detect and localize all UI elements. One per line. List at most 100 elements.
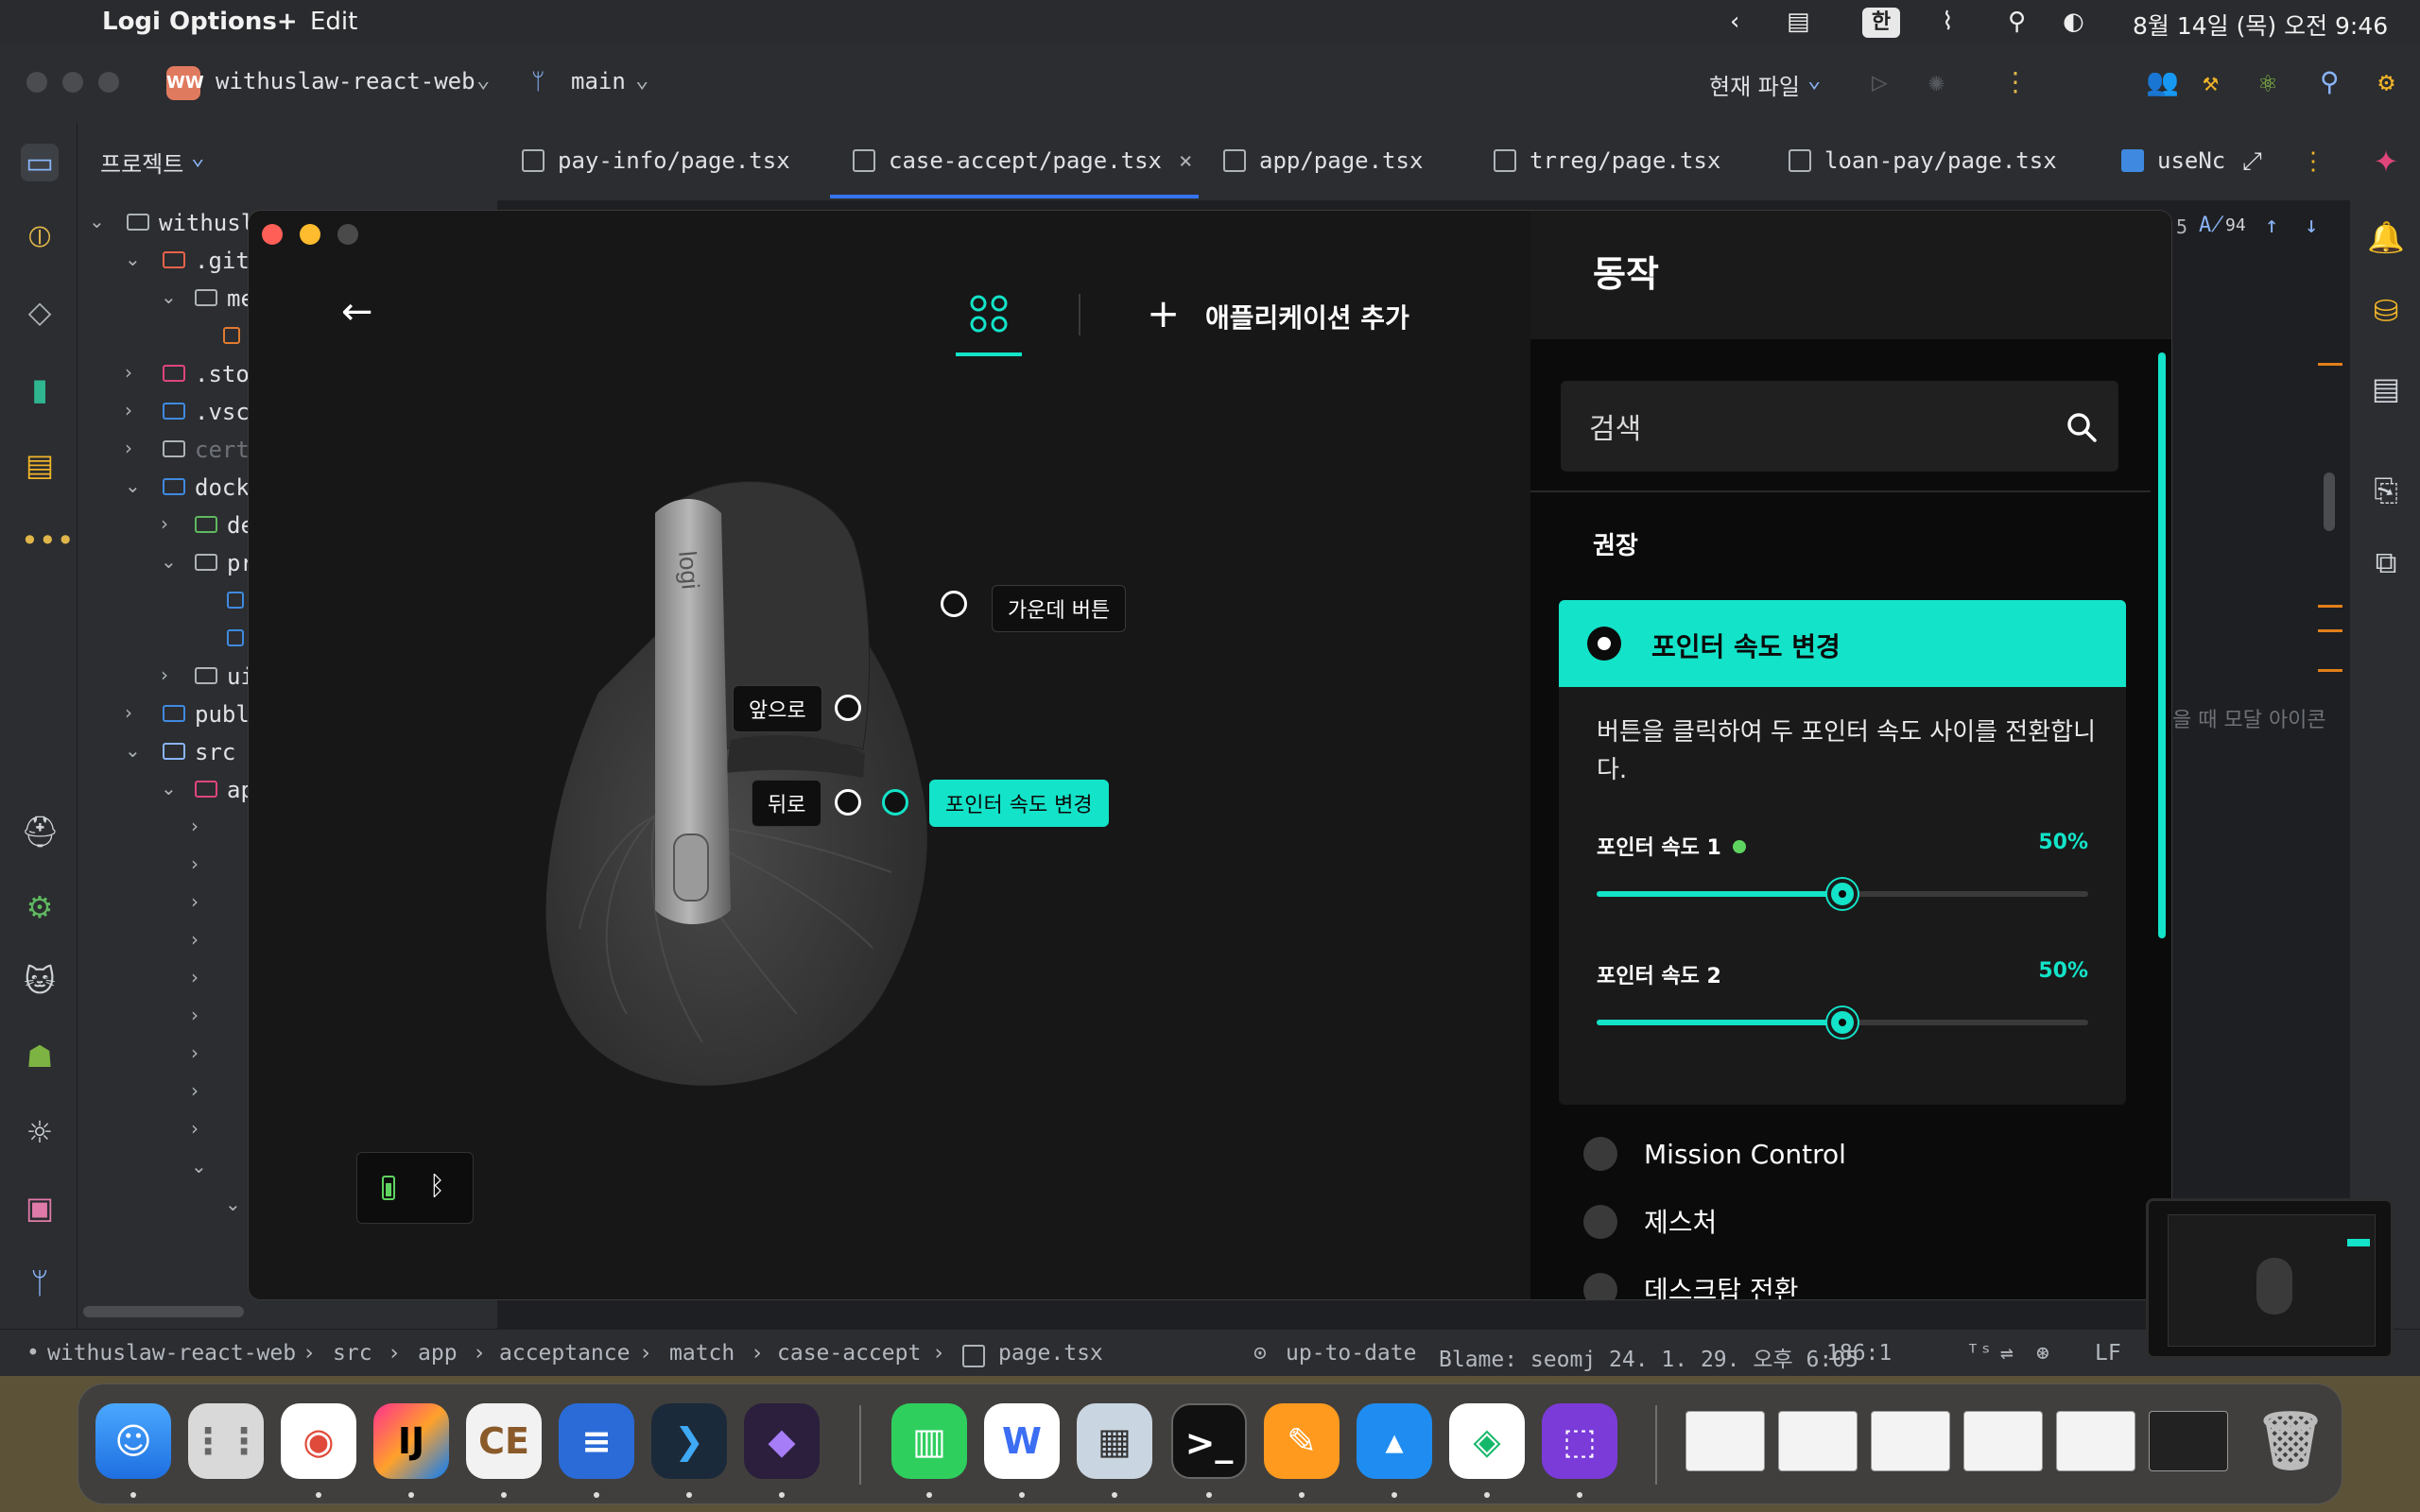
chevron-down-icon[interactable]: ⌄ [191, 1155, 207, 1177]
vertical-scrollbar[interactable] [2324, 472, 2335, 531]
minimized-window[interactable] [1685, 1411, 1765, 1471]
run-icon[interactable]: ▷ [1872, 66, 1888, 97]
line-ending[interactable]: LF [2095, 1341, 2121, 1366]
tree-item[interactable]: cert [195, 437, 250, 463]
finder-icon[interactable]: ☺ [95, 1403, 171, 1479]
chevron-right-icon[interactable]: › [191, 1041, 199, 1064]
screenshot-thumbnail[interactable] [2146, 1198, 2394, 1359]
menu-edit[interactable]: Edit [310, 8, 357, 36]
chevron-right-icon[interactable]: › [191, 1004, 199, 1026]
chevron-right-icon[interactable]: › [125, 437, 132, 459]
chevron-right-icon[interactable]: › [191, 966, 199, 988]
vscode-like-icon[interactable]: ❯ [651, 1403, 727, 1479]
chevron-right-icon[interactable]: › [191, 1117, 199, 1140]
pages-icon[interactable]: ✎ [1264, 1403, 1340, 1479]
action-desktop-switch[interactable]: 데스크탑 전환 [1583, 1265, 1798, 1299]
gear-plugin-icon[interactable]: ⚙ [21, 888, 59, 926]
chevron-left-icon[interactable]: ‹ [1730, 8, 1739, 36]
chevron-right-icon[interactable]: › [161, 663, 168, 686]
trash-icon[interactable]: 🗑 [2253, 1403, 2328, 1479]
label-back[interactable]: 뒤로 [752, 780, 822, 827]
tree-item[interactable]: src [195, 739, 235, 765]
chevron-down-icon[interactable]: ⌄ [191, 144, 204, 170]
radio-unselected[interactable] [1583, 1205, 1617, 1239]
database-icon[interactable]: ⛁ [2367, 293, 2405, 329]
zoom-window-button[interactable] [337, 224, 358, 245]
minimized-window[interactable] [1871, 1411, 1950, 1471]
horizontal-scrollbar[interactable] [83, 1306, 244, 1317]
android-icon[interactable]: ☗ [21, 1038, 59, 1075]
project-name[interactable]: withuslaw-react-web [216, 68, 475, 94]
hotspot-pointer-speed[interactable] [882, 789, 908, 816]
chevron-down-icon[interactable]: ⌄ [225, 1193, 241, 1215]
ide-minimize-button[interactable] [62, 72, 83, 93]
intellij-ce-icon[interactable]: CE [466, 1403, 542, 1479]
tab-trreg[interactable]: trreg/page.tsx [1494, 147, 1720, 174]
chevron-down-icon[interactable]: ⌄ [161, 285, 177, 308]
tab-app-page[interactable]: app/page.tsx [1223, 147, 1423, 174]
chevron-right-icon[interactable]: › [125, 701, 132, 724]
slider-thumb[interactable] [1827, 1007, 1858, 1038]
chevron-right-icon[interactable]: › [161, 512, 168, 535]
spellcheck-icon[interactable]: A̸ [2199, 214, 2224, 237]
control-center-icon[interactable]: ◐ [2063, 8, 2084, 36]
plus-icon[interactable]: + [1147, 290, 1180, 336]
input-source-indicator[interactable]: 한 [1862, 8, 1900, 38]
chevron-down-icon[interactable]: ⌄ [635, 66, 648, 93]
typescript-icon[interactable]: ᵀˢ [1966, 1341, 1993, 1366]
tree-item[interactable]: .git [195, 248, 250, 274]
breadcrumb-item[interactable]: page.tsx [998, 1341, 1103, 1366]
tab-usenc[interactable]: useNc [2121, 147, 2225, 174]
project-panel-title[interactable]: 프로젝트 [100, 146, 183, 179]
commit-icon[interactable]: ⦶ [21, 217, 59, 255]
blame-info[interactable]: Blame: seomj 24. 1. 29. 오후 6:05 [1439, 1341, 1858, 1373]
action-mission-control[interactable]: Mission Control [1583, 1129, 1846, 1171]
arrow-up-icon[interactable]: ↑ [2265, 212, 2278, 238]
debug-icon[interactable]: ✺ [1928, 66, 1945, 97]
more-horizontal-icon[interactable]: ••• [21, 522, 75, 559]
close-window-button[interactable] [262, 224, 283, 245]
preview-icon[interactable]: ▦ [1077, 1403, 1152, 1479]
radio-unselected[interactable] [1583, 1273, 1617, 1299]
notifications-icon[interactable]: 🔔 [2367, 219, 2405, 255]
chrome-icon[interactable]: ◉ [281, 1403, 356, 1479]
minimized-window[interactable] [2056, 1411, 2135, 1471]
numbers-icon[interactable]: ▥ [891, 1403, 967, 1479]
maximize-icon[interactable]: ⤢ [2242, 147, 2262, 177]
launchpad-icon[interactable]: ⋮⋮ [188, 1403, 264, 1479]
tree-item[interactable]: publ [195, 701, 250, 728]
chevron-down-icon[interactable]: ⌄ [476, 66, 490, 93]
chevron-down-icon[interactable]: ⌄ [125, 248, 141, 270]
minimized-window[interactable] [2149, 1411, 2228, 1471]
terminal-icon[interactable]: ▣ [21, 1189, 59, 1227]
sync-icon[interactable]: ⇌ [2000, 1341, 2014, 1366]
spotlight-search-icon[interactable]: ⚲ [2008, 8, 2026, 36]
keyboard-icon[interactable]: ▤ [1787, 8, 1810, 36]
tab-case-accept[interactable]: case-accept/page.tsx × [853, 147, 1192, 174]
tree-item[interactable]: withusl [159, 210, 254, 236]
tree-item[interactable]: .vsc [195, 399, 250, 425]
ide-zoom-button[interactable] [98, 72, 119, 93]
chevron-right-icon[interactable]: › [191, 852, 199, 875]
selected-action-card[interactable]: 포인터 속도 변경 버튼을 클릭하여 두 포인터 속도 사이를 전환합니다. 포… [1559, 600, 2126, 1105]
incognito-icon[interactable]: ⛑ [21, 813, 60, 850]
database-icon[interactable]: ▤ [21, 446, 59, 484]
chevron-down-icon[interactable]: ⌄ [125, 739, 141, 762]
chevron-right-icon[interactable]: › [125, 399, 132, 421]
problems-icon[interactable]: ☼ [21, 1113, 59, 1151]
search-doc-icon[interactable]: ⎘ [2367, 472, 2405, 509]
action-search-input[interactable]: 검색 [1561, 381, 2118, 472]
naver-works-icon[interactable]: W [984, 1403, 1060, 1479]
label-pointer-speed[interactable]: 포인터 속도 변경 [929, 780, 1109, 827]
settings-icon[interactable]: ⊛ [2036, 1341, 2049, 1366]
coverage-icon[interactable]: ▤ [2367, 370, 2405, 406]
more-vertical-icon[interactable]: ⋮ [2301, 147, 2325, 176]
tab-loan-pay[interactable]: loan-pay/page.tsx [1789, 147, 2057, 174]
menu-app-name[interactable]: Logi Options+ [102, 8, 298, 36]
tab-pay-info[interactable]: pay-info/page.tsx [522, 147, 790, 174]
chevron-right-icon[interactable]: › [191, 815, 199, 837]
label-forward[interactable]: 앞으로 [733, 685, 822, 732]
project-tool-icon[interactable]: ▭ [21, 144, 59, 181]
selected-action-header[interactable]: 포인터 속도 변경 [1559, 600, 2126, 687]
git-icon[interactable]: ᛘ [21, 1264, 59, 1302]
